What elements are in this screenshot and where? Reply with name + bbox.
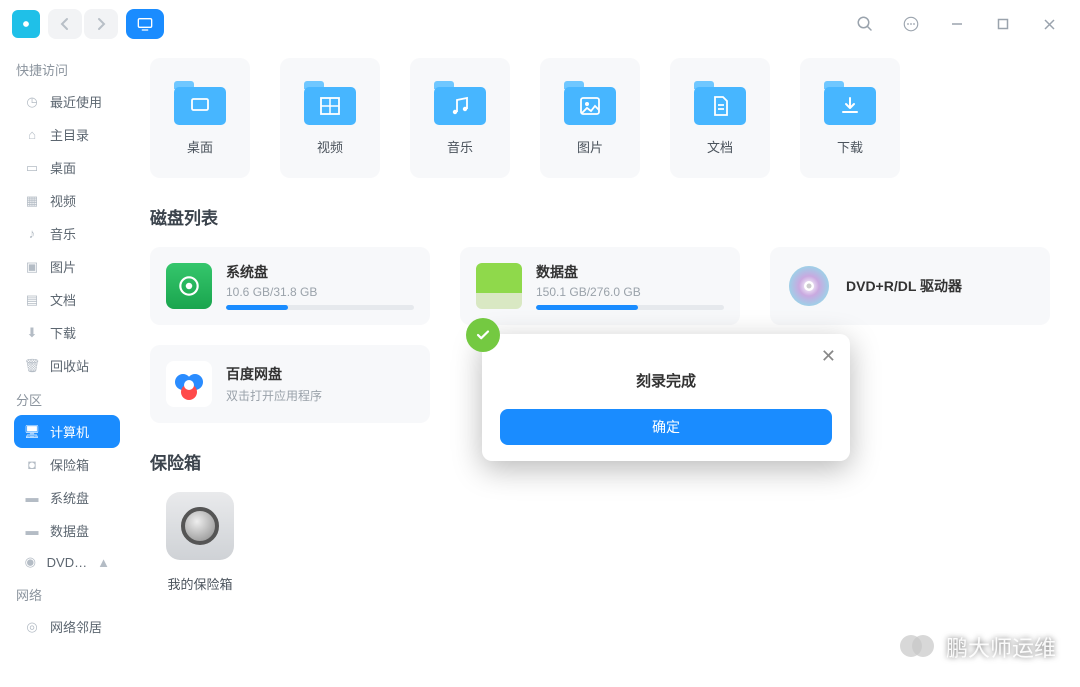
titlebar bbox=[0, 0, 1080, 48]
tab-computer[interactable] bbox=[126, 9, 164, 39]
sidebar-item-trash[interactable]: 🗑回收站 bbox=[14, 349, 120, 382]
folder-icon bbox=[564, 81, 616, 125]
cloud-baidu[interactable]: 百度网盘 双击打开应用程序 bbox=[150, 345, 430, 423]
disk-data[interactable]: 数据盘 150.1 GB/276.0 GB bbox=[460, 247, 740, 325]
nav-forward-button[interactable] bbox=[84, 9, 118, 39]
sidebar-item-recent[interactable]: ◷最近使用 bbox=[14, 85, 120, 118]
vault-icon bbox=[166, 492, 234, 560]
sidebar-item-neighbor[interactable]: ◎网络邻居 bbox=[14, 610, 120, 643]
dialog-title: 刻录完成 bbox=[500, 370, 832, 391]
sidebar-item-home[interactable]: ⌂主目录 bbox=[14, 118, 120, 151]
clock-icon: ◷ bbox=[24, 94, 40, 110]
folder-icon bbox=[694, 81, 746, 125]
data-disk-icon bbox=[476, 263, 522, 309]
folder-label: 文档 bbox=[707, 137, 733, 156]
system-disk-bar bbox=[226, 305, 414, 310]
disk-dvd[interactable]: DVD+R/DL 驱动器 bbox=[770, 247, 1050, 325]
vault-mine[interactable]: 我的保险箱 bbox=[150, 492, 250, 593]
trash-icon: 🗑 bbox=[24, 358, 40, 374]
sidebar-header-partition: 分区 bbox=[14, 382, 120, 415]
disk-system[interactable]: 系统盘 10.6 GB/31.8 GB bbox=[150, 247, 430, 325]
nav-back-button[interactable] bbox=[48, 9, 82, 39]
folder-label: 视频 bbox=[317, 137, 343, 156]
burn-complete-dialog: ✕ 刻录完成 确定 bbox=[482, 334, 850, 461]
disk-icon: ▬ bbox=[24, 490, 40, 506]
sidebar-item-picture[interactable]: ▣图片 bbox=[14, 250, 120, 283]
folder-icon bbox=[824, 81, 876, 125]
download-icon: ⬇ bbox=[24, 325, 40, 341]
search-button[interactable] bbox=[846, 5, 884, 43]
sidebar-item-document[interactable]: ▤文档 bbox=[14, 283, 120, 316]
window-close[interactable] bbox=[1030, 5, 1068, 43]
disk-icon: ▬ bbox=[24, 523, 40, 539]
more-button[interactable] bbox=[892, 5, 930, 43]
folder-icon bbox=[434, 81, 486, 125]
folder-download[interactable]: 下载 bbox=[800, 58, 900, 178]
system-disk-icon bbox=[166, 263, 212, 309]
app-icon bbox=[12, 10, 40, 38]
desktop-icon: ▭ bbox=[24, 160, 40, 176]
folder-icon bbox=[174, 81, 226, 125]
sidebar-item-computer[interactable]: 🖥计算机 bbox=[14, 415, 120, 448]
folder-picture[interactable]: 图片 bbox=[540, 58, 640, 178]
dialog-close-button[interactable]: ✕ bbox=[821, 346, 836, 367]
dvd-disc-icon bbox=[786, 263, 832, 309]
folder-video[interactable]: 视频 bbox=[280, 58, 380, 178]
sidebar-item-desktop[interactable]: ▭桌面 bbox=[14, 151, 120, 184]
sidebar: 快捷访问 ◷最近使用 ⌂主目录 ▭桌面 ▦视频 ♪音乐 ▣图片 ▤文档 ⬇下载 … bbox=[0, 48, 130, 687]
sidebar-item-music[interactable]: ♪音乐 bbox=[14, 217, 120, 250]
dvd-icon: ◉ bbox=[24, 554, 37, 570]
baidu-cloud-icon bbox=[166, 361, 212, 407]
watermark: 鹏大师运维 bbox=[900, 631, 1056, 663]
folder-document[interactable]: 文档 bbox=[670, 58, 770, 178]
safe-icon: ◘ bbox=[24, 457, 40, 473]
sidebar-item-sysdisk[interactable]: ▬系统盘 bbox=[14, 481, 120, 514]
picture-icon: ▣ bbox=[24, 259, 40, 275]
folder-label: 下载 bbox=[837, 137, 863, 156]
window-minimize[interactable] bbox=[938, 5, 976, 43]
home-icon: ⌂ bbox=[24, 127, 40, 143]
sidebar-item-download[interactable]: ⬇下载 bbox=[14, 316, 120, 349]
folder-label: 音乐 bbox=[447, 137, 473, 156]
video-icon: ▦ bbox=[24, 193, 40, 209]
folder-label: 桌面 bbox=[187, 137, 213, 156]
dialog-ok-button[interactable]: 确定 bbox=[500, 409, 832, 445]
folder-music[interactable]: 音乐 bbox=[410, 58, 510, 178]
computer-icon: 🖥 bbox=[24, 424, 40, 440]
section-disks-title: 磁盘列表 bbox=[150, 204, 1050, 229]
sidebar-item-datadisk[interactable]: ▬数据盘 bbox=[14, 514, 120, 547]
folder-label: 图片 bbox=[577, 137, 603, 156]
wechat-icon bbox=[900, 635, 936, 659]
sidebar-header-network: 网络 bbox=[14, 577, 120, 610]
data-disk-bar bbox=[536, 305, 724, 310]
folder-icon bbox=[304, 81, 356, 125]
folder-desktop[interactable]: 桌面 bbox=[150, 58, 250, 178]
sidebar-item-video[interactable]: ▦视频 bbox=[14, 184, 120, 217]
sidebar-item-safe[interactable]: ◘保险箱 bbox=[14, 448, 120, 481]
success-check-icon bbox=[466, 318, 500, 352]
sidebar-header-quick: 快捷访问 bbox=[14, 52, 120, 85]
window-maximize[interactable] bbox=[984, 5, 1022, 43]
eject-icon[interactable]: ▲ bbox=[97, 554, 110, 570]
network-icon: ◎ bbox=[24, 619, 40, 635]
music-icon: ♪ bbox=[24, 226, 40, 242]
sidebar-item-dvd[interactable]: ◉DVD…▲ bbox=[14, 547, 120, 577]
document-icon: ▤ bbox=[24, 292, 40, 308]
